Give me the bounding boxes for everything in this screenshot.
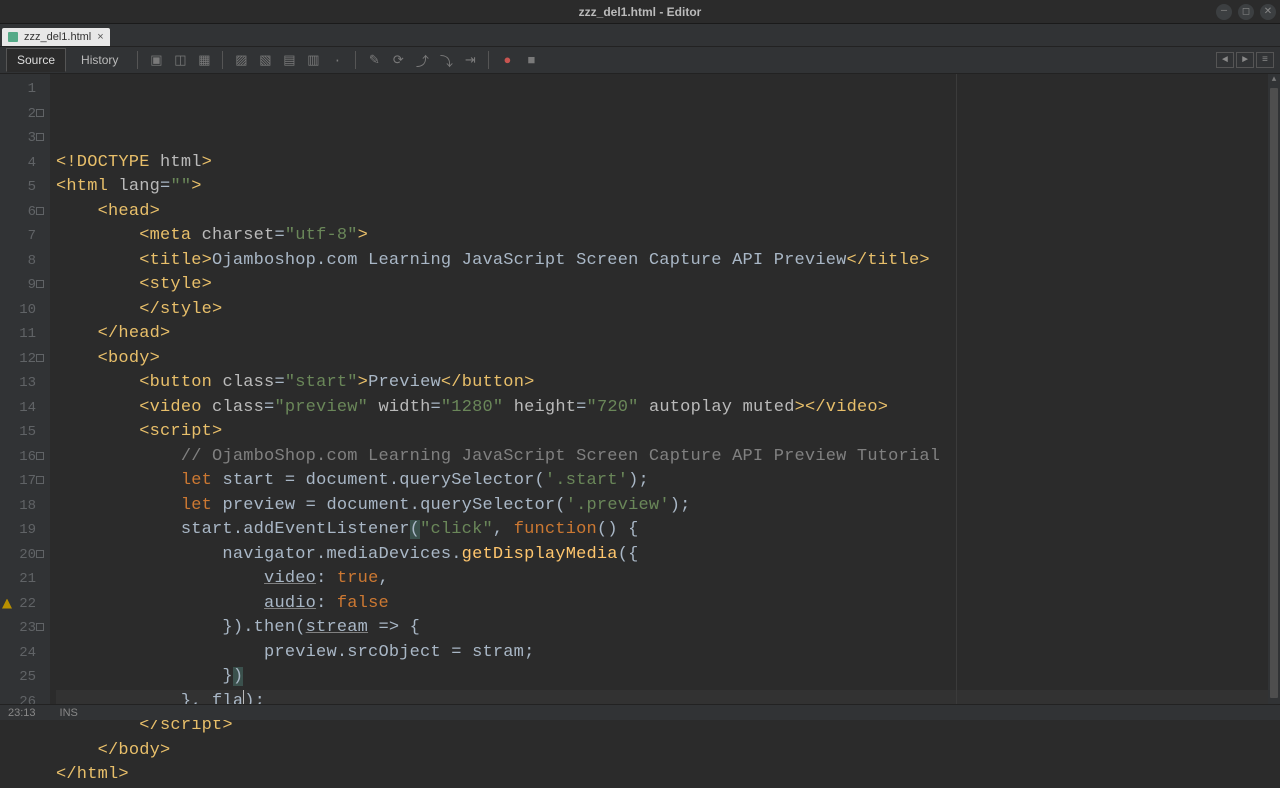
toolbar-icon[interactable]: ◫ — [170, 50, 190, 70]
file-type-icon — [8, 32, 18, 42]
code-line[interactable]: preview.srcObject = stram; — [56, 641, 1280, 666]
separator — [222, 51, 223, 69]
toolbar-icon[interactable]: ▨ — [231, 50, 251, 70]
code-line[interactable]: let preview = document.querySelector('.p… — [56, 494, 1280, 519]
code-line[interactable]: <!DOCTYPE html> — [56, 151, 1280, 176]
code-line[interactable]: <body> — [56, 347, 1280, 372]
line-number[interactable]: 23 — [0, 616, 50, 641]
statusbar: 23:13 INS — [0, 704, 1280, 720]
ruler — [956, 74, 957, 712]
window-title: zzz_del1.html - Editor — [579, 5, 702, 19]
separator — [355, 51, 356, 69]
code-line[interactable]: // OjamboShop.com Learning JavaScript Sc… — [56, 445, 1280, 470]
code-line[interactable]: video: true, — [56, 567, 1280, 592]
cursor-position: 23:13 — [8, 707, 36, 719]
toolbar-icon[interactable]: ▣ — [146, 50, 166, 70]
code-line[interactable]: <title>Ojamboshop.com Learning JavaScrip… — [56, 249, 1280, 274]
line-number[interactable]: 17 — [0, 469, 50, 494]
toolbar-icon[interactable]: ▧ — [255, 50, 275, 70]
code-line[interactable]: navigator.mediaDevices.getDisplayMedia({ — [56, 543, 1280, 568]
line-number[interactable]: 11 — [0, 322, 50, 347]
separator — [488, 51, 489, 69]
code-line[interactable]: </head> — [56, 322, 1280, 347]
line-number[interactable]: 10 — [0, 298, 50, 323]
toolbar-icon[interactable]: ⇥ — [460, 50, 480, 70]
code-line[interactable]: <style> — [56, 273, 1280, 298]
toolbar-icon[interactable]: ✎ — [364, 50, 384, 70]
line-number[interactable]: 9 — [0, 273, 50, 298]
toolbar-icon[interactable]: ⟳ — [388, 50, 408, 70]
toolbar-icon[interactable]: ⤴ — [412, 50, 432, 70]
stop-icon[interactable]: ■ — [521, 50, 541, 70]
toolbar-icon[interactable]: ▤ — [279, 50, 299, 70]
maximize-icon[interactable]: ◻ — [1238, 4, 1254, 20]
line-number[interactable]: 19 — [0, 518, 50, 543]
window-controls: — ◻ ✕ — [1216, 4, 1276, 20]
line-number[interactable]: 16 — [0, 445, 50, 470]
code-line[interactable]: <head> — [56, 200, 1280, 225]
line-number[interactable]: 22 — [0, 592, 50, 617]
code-line[interactable]: <video class="preview" width="1280" heig… — [56, 396, 1280, 421]
code-line[interactable]: </style> — [56, 298, 1280, 323]
nav-back-icon[interactable]: ◄ — [1216, 52, 1234, 68]
record-icon[interactable]: ● — [497, 50, 517, 70]
line-number[interactable]: 6 — [0, 200, 50, 225]
toolbar-icon[interactable]: ▦ — [194, 50, 214, 70]
line-number[interactable]: 4 — [0, 151, 50, 176]
toolbar: Source History ▣ ◫ ▦ ▨ ▧ ▤ ▥ · ✎ ⟳ ⤴ ⤵ ⇥… — [0, 46, 1280, 74]
code-line[interactable]: </body> — [56, 739, 1280, 764]
line-number[interactable]: 18 — [0, 494, 50, 519]
file-tab[interactable]: zzz_del1.html × — [2, 28, 110, 46]
line-number[interactable]: 3 — [0, 126, 50, 151]
vertical-scrollbar[interactable]: ▴ — [1268, 74, 1280, 704]
file-tab-label: zzz_del1.html — [24, 31, 91, 43]
editor[interactable]: 1234567891011121314151617181920212223242… — [0, 74, 1280, 712]
code-line[interactable]: <button class="start">Preview</button> — [56, 371, 1280, 396]
toolbar-icon[interactable]: · — [327, 50, 347, 70]
line-number[interactable]: 14 — [0, 396, 50, 421]
nav-forward-icon[interactable]: ► — [1236, 52, 1254, 68]
titlebar: zzz_del1.html - Editor — ◻ ✕ — [0, 0, 1280, 24]
separator — [137, 51, 138, 69]
line-number[interactable]: 24 — [0, 641, 50, 666]
file-tabs: zzz_del1.html × — [0, 24, 1280, 46]
line-gutter[interactable]: 1234567891011121314151617181920212223242… — [0, 74, 50, 712]
code-line[interactable]: let start = document.querySelector('.sta… — [56, 469, 1280, 494]
line-number[interactable]: 1 — [0, 77, 50, 102]
line-number[interactable]: 13 — [0, 371, 50, 396]
code-line[interactable]: }) — [56, 665, 1280, 690]
toolbar-icon[interactable]: ▥ — [303, 50, 323, 70]
minimize-icon[interactable]: — — [1216, 4, 1232, 20]
nav-menu-icon[interactable]: ≡ — [1256, 52, 1274, 68]
scroll-up-icon[interactable]: ▴ — [1270, 74, 1278, 84]
code-line[interactable]: start.addEventListener("click", function… — [56, 518, 1280, 543]
tab-source[interactable]: Source — [6, 48, 66, 72]
code-line[interactable]: <html lang=""> — [56, 175, 1280, 200]
code-line[interactable]: }).then(stream => { — [56, 616, 1280, 641]
line-number[interactable]: 12 — [0, 347, 50, 372]
code-line[interactable]: </html> — [56, 763, 1280, 788]
code-area[interactable]: <!DOCTYPE html><html lang=""> <head> <me… — [50, 74, 1280, 712]
close-icon[interactable]: ✕ — [1260, 4, 1276, 20]
code-line[interactable]: audio: false — [56, 592, 1280, 617]
toolbar-icon[interactable]: ⤵ — [436, 50, 456, 70]
line-number[interactable]: 20 — [0, 543, 50, 568]
nav-controls: ◄ ► ≡ — [1216, 52, 1274, 68]
line-number[interactable]: 21 — [0, 567, 50, 592]
code-line[interactable]: <script> — [56, 420, 1280, 445]
warning-icon[interactable] — [2, 599, 12, 609]
scrollbar-thumb[interactable] — [1270, 88, 1278, 698]
insert-mode: INS — [60, 707, 78, 719]
line-number[interactable]: 8 — [0, 249, 50, 274]
tab-history[interactable]: History — [70, 48, 129, 72]
line-number[interactable]: 2 — [0, 102, 50, 127]
line-number[interactable]: 25 — [0, 665, 50, 690]
line-number[interactable]: 15 — [0, 420, 50, 445]
line-number[interactable]: 5 — [0, 175, 50, 200]
tab-close-icon[interactable]: × — [97, 31, 103, 43]
code-line[interactable]: <meta charset="utf-8"> — [56, 224, 1280, 249]
line-number[interactable]: 7 — [0, 224, 50, 249]
